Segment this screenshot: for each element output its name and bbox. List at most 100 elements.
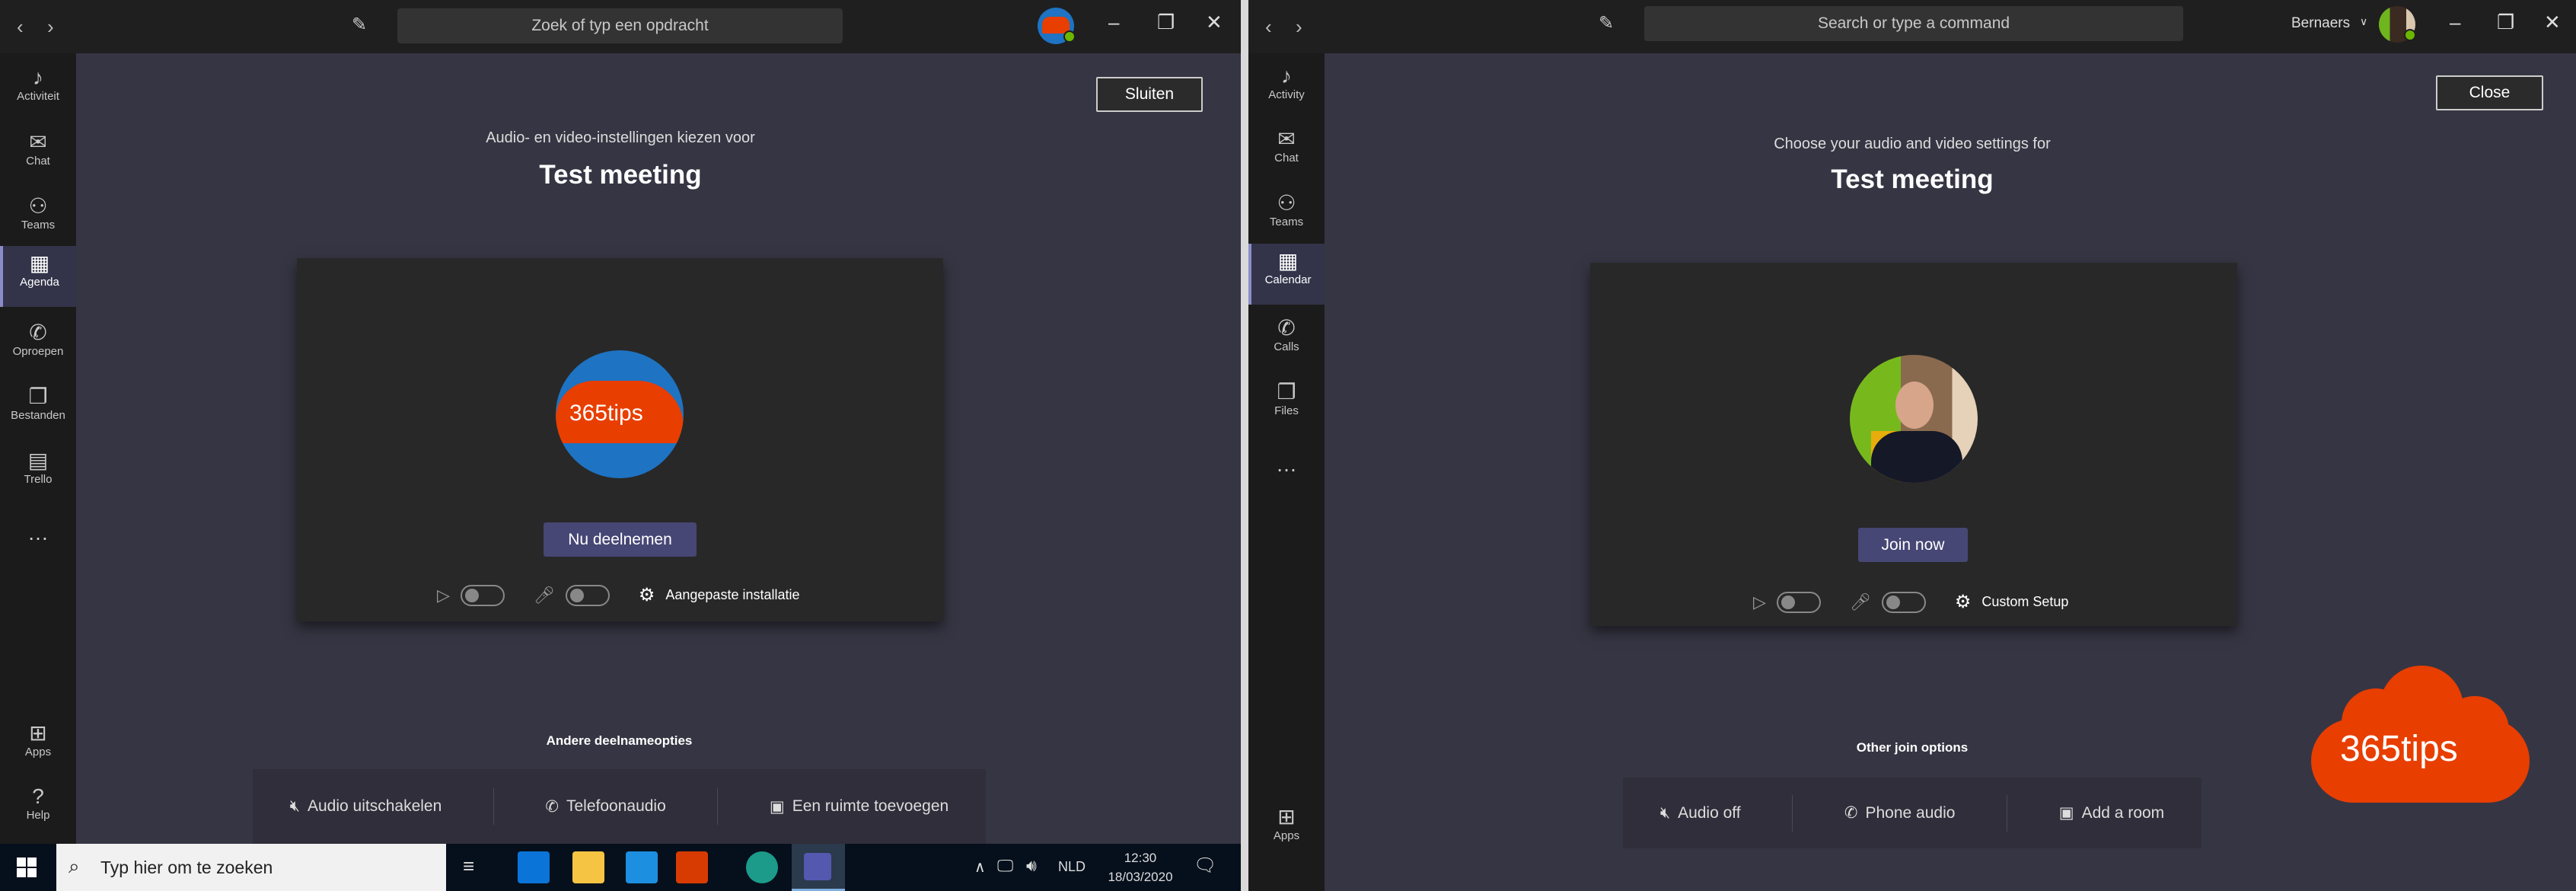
divider <box>717 788 719 825</box>
files-icon: ❐ <box>1277 380 1296 404</box>
rail-item-teams[interactable]: ⚇ Teams <box>1248 186 1325 247</box>
phone-icon: ✆ <box>545 797 559 816</box>
rail-item-chat[interactable]: ✉ Chat <box>1248 122 1325 183</box>
rail-item-apps[interactable]: ⊞ Apps <box>0 716 76 777</box>
room-icon: ▣ <box>769 797 785 816</box>
add-room-option[interactable]: ▣ Add a room <box>2036 803 2187 822</box>
speaker-off-icon: 🔇︎ <box>289 797 300 815</box>
join-now-button[interactable]: Nu deelnemen <box>544 522 697 557</box>
audio-off-option[interactable]: 🔇︎ Audio uitschakelen <box>267 797 465 816</box>
presence-available-icon <box>1063 30 1076 43</box>
rail-item-chat[interactable]: ✉ Chat <box>0 125 76 186</box>
rail-item-teams[interactable]: ⚇ Teams <box>0 189 76 250</box>
rail-label: Apps <box>1273 829 1300 842</box>
search-input[interactable]: Zoek of typ een opdracht <box>397 8 843 43</box>
file-explorer-icon[interactable] <box>572 851 604 883</box>
maximize-icon[interactable]: ❐ <box>2497 11 2514 34</box>
network-icon[interactable]: 🖵︎ <box>997 856 1013 876</box>
right-teams-window: ‹ › ✎ Search or type a command Bernaers … <box>1248 0 2576 891</box>
divider <box>1792 794 1793 832</box>
notifications-icon[interactable]: 🗨︎ <box>1194 854 1216 877</box>
more-apps-button[interactable]: … <box>0 510 76 571</box>
rail-label: Help <box>26 809 50 822</box>
user-name[interactable]: Bernaers <box>2291 15 2350 32</box>
video-toggle[interactable] <box>1776 591 1821 613</box>
option-label: Audio uitschakelen <box>308 797 442 815</box>
search-input[interactable]: Search or type a command <box>1644 6 2183 41</box>
back-icon[interactable]: ‹ <box>17 15 24 39</box>
back-icon[interactable]: ‹ <box>1265 15 1272 39</box>
close-button[interactable]: Sluiten <box>1096 77 1203 112</box>
rail-label: Teams <box>21 219 56 232</box>
phone-audio-option[interactable]: ✆ Phone audio <box>1822 803 1978 822</box>
more-icon: … <box>27 521 49 544</box>
show-hidden-icons-icon[interactable]: ∧ <box>974 857 986 877</box>
logo-text: 365tips <box>569 401 643 426</box>
language-indicator[interactable]: NLD <box>1058 859 1086 875</box>
forward-icon[interactable]: › <box>47 15 54 39</box>
other-join-options: 🔇︎ Audio uitschakelen ✆ Telefoonaudio ▣ Een… <box>253 769 986 844</box>
clock-time: 12:30 <box>1124 851 1157 865</box>
rail-label: Activiteit <box>17 90 59 103</box>
rail-item-agenda[interactable]: ▦ Agenda <box>0 246 76 307</box>
rail-item-bestanden[interactable]: ❐ Bestanden <box>0 379 76 440</box>
compose-icon[interactable]: ✎ <box>352 14 367 36</box>
rail-label: Calls <box>1274 340 1299 353</box>
close-button[interactable]: Close <box>2436 75 2543 110</box>
gear-icon[interactable]: ⚙ <box>1955 591 1972 613</box>
video-toggle[interactable] <box>460 584 505 606</box>
gear-icon[interactable]: ⚙ <box>639 584 655 606</box>
office-icon[interactable] <box>676 851 708 883</box>
chat-icon: ✉ <box>29 130 47 154</box>
rail-item-activiteit[interactable]: ♪ Activiteit <box>0 61 76 122</box>
rail-label: Chat <box>1274 152 1299 164</box>
rail-item-help[interactable]: ? Help <box>0 780 76 841</box>
app-bar: ♪ Activiteit ✉ Chat ⚇ Teams ▦ Agenda ✆ Oproepen ❐ B… <box>0 53 76 891</box>
rail-item-calendar[interactable]: ▦ Calendar <box>1248 244 1325 305</box>
clock[interactable]: 12:30 18/03/2020 <box>1102 848 1178 886</box>
profile-photo <box>1850 355 1978 483</box>
rail-item-activity[interactable]: ♪ Activity <box>1248 59 1325 120</box>
taskbar-search-input[interactable]: Typ hier om te zoeken <box>56 844 446 891</box>
mail-icon[interactable] <box>626 851 658 883</box>
rail-label: Oproepen <box>12 345 64 358</box>
add-room-option[interactable]: ▣ Een ruimte toevoegen <box>747 797 971 816</box>
rail-item-oproepen[interactable]: ✆ Oproepen <box>0 315 76 376</box>
windows-start-icon[interactable] <box>17 857 37 877</box>
more-apps-button[interactable]: … <box>1248 442 1325 503</box>
compose-icon[interactable]: ✎ <box>1599 12 1614 34</box>
settings-subtitle: Choose your audio and video settings for <box>1774 136 2051 152</box>
rail-item-files[interactable]: ❐ Files <box>1248 375 1325 436</box>
mic-toggle[interactable] <box>565 584 610 606</box>
minimize-icon[interactable]: – <box>1108 11 1119 34</box>
phone-audio-option[interactable]: ✆ Telefoonaudio <box>522 797 688 816</box>
rail-label: Teams <box>1269 216 1304 228</box>
forward-icon[interactable]: › <box>1296 15 1302 39</box>
mic-off-icon: 🎤︎ <box>1849 592 1871 612</box>
rail-label: Calendar <box>1264 273 1312 286</box>
chevron-down-icon[interactable]: ∨ <box>2360 15 2367 28</box>
join-now-button[interactable]: Join now <box>1858 528 1968 562</box>
mic-toggle[interactable] <box>1881 591 1926 613</box>
custom-setup-link[interactable]: Aangepaste installatie <box>665 587 799 603</box>
teams-taskbar-button[interactable] <box>792 844 845 891</box>
apps-icon: ⊞ <box>1277 805 1296 829</box>
edge-icon[interactable] <box>746 851 778 883</box>
rail-item-apps[interactable]: ⊞ Apps <box>1248 800 1325 861</box>
audio-off-option[interactable]: 🔇︎ Audio off <box>1637 804 1764 822</box>
app-bar: ♪ Activity ✉ Chat ⚇ Teams ▦ Calendar ✆ Calls ❐ File… <box>1248 53 1325 891</box>
rail-item-trello[interactable]: ▤ Trello <box>0 443 76 504</box>
close-window-icon[interactable]: ✕ <box>2544 11 2561 34</box>
option-label: Audio off <box>1678 803 1741 822</box>
minimize-icon[interactable]: – <box>2450 11 2460 34</box>
task-view-icon[interactable]: ≡ <box>463 854 474 878</box>
volume-icon[interactable]: 🔊︎ <box>1026 856 1037 876</box>
other-join-options-heading: Andere deelnameopties <box>546 733 693 748</box>
custom-setup-link[interactable]: Custom Setup <box>1981 594 2068 610</box>
rail-item-calls[interactable]: ✆ Calls <box>1248 311 1325 372</box>
rail-label: Chat <box>26 155 50 168</box>
maximize-icon[interactable]: ❐ <box>1157 11 1175 34</box>
close-window-icon[interactable]: ✕ <box>1206 11 1223 34</box>
edge-legacy-icon[interactable] <box>518 851 550 883</box>
windows-taskbar: Typ hier om te zoeken ⌕ ≡ ∧ 🖵︎ 🔊︎ NLD 12… <box>0 844 1241 891</box>
